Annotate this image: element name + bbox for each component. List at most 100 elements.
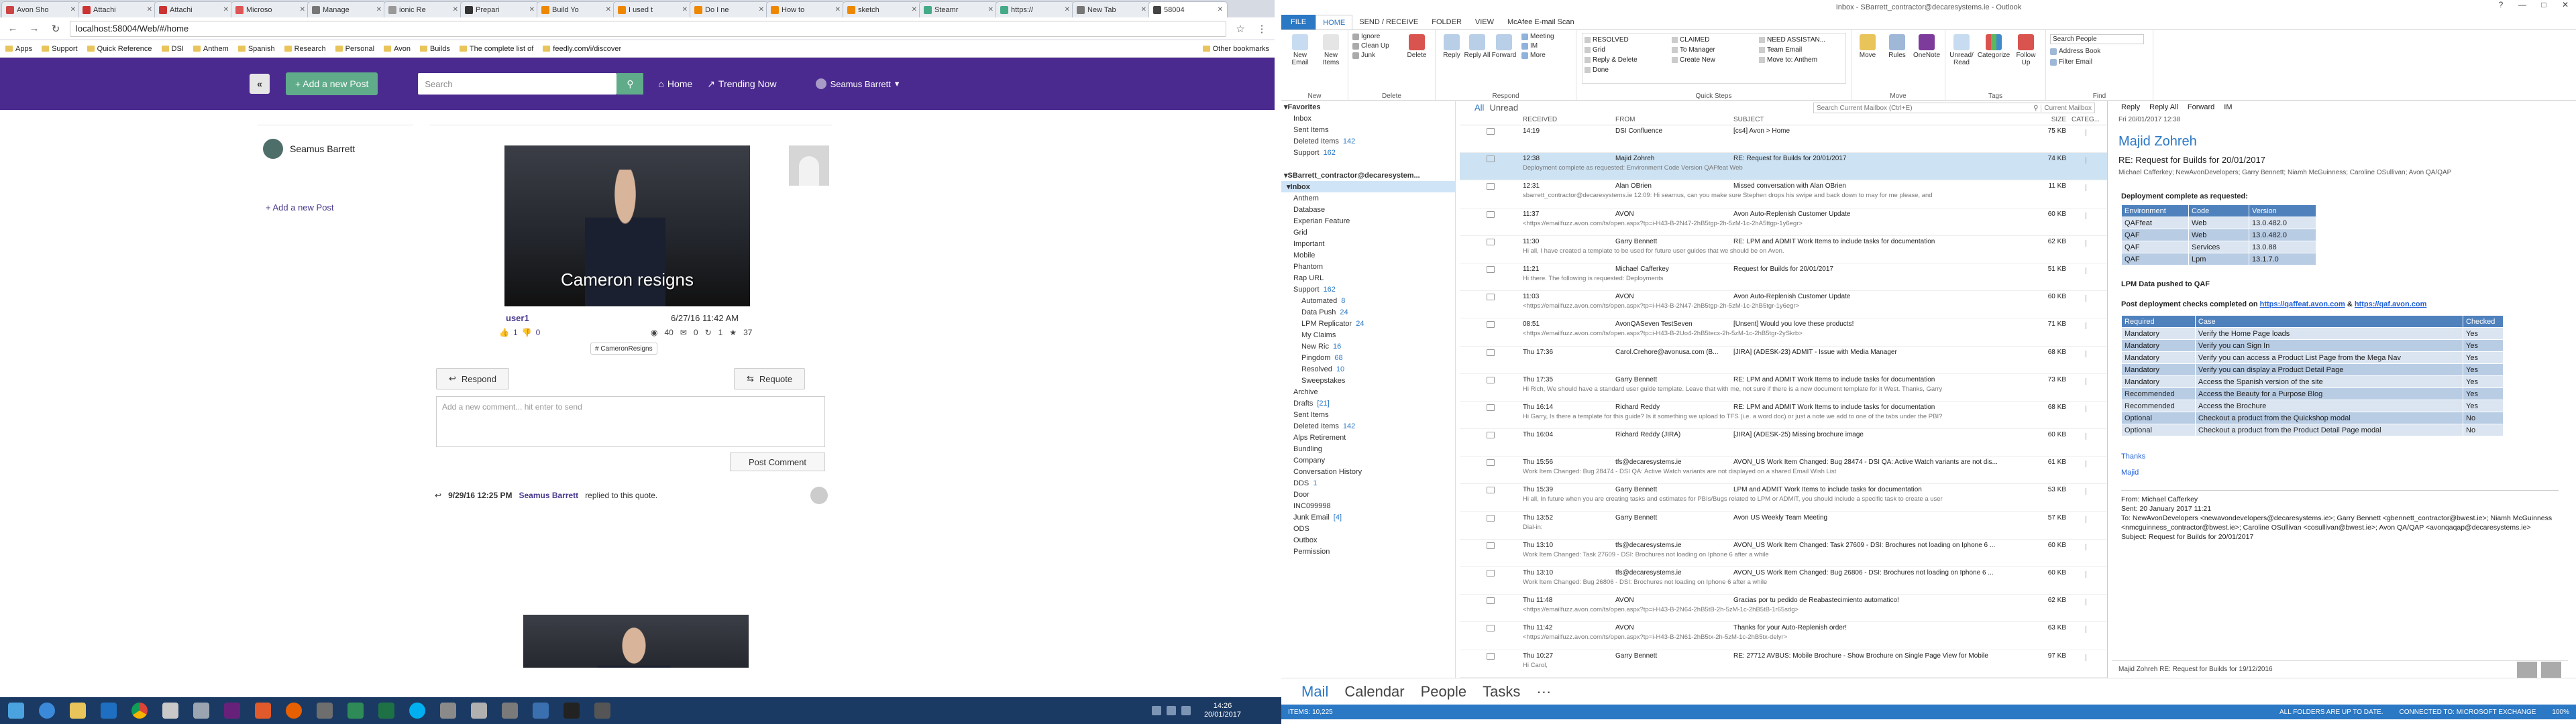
- app-people[interactable]: People: [1421, 683, 1467, 701]
- requote-button[interactable]: ⇆ Requote: [734, 368, 806, 389]
- folder-item[interactable]: Alps Retirement: [1281, 432, 1455, 443]
- quickstep-need-assistance[interactable]: NEED ASSISTAN...: [1759, 36, 1843, 44]
- folder-item[interactable]: DDS 1: [1281, 477, 1455, 489]
- message-row[interactable]: Thu 13:10 tfs@decaresystems.ie AVON_US Wor…: [1460, 567, 2107, 595]
- folder-item[interactable]: Pingdom 68: [1281, 352, 1455, 363]
- flag-icon[interactable]: [2086, 433, 2091, 440]
- forward-button[interactable]: Forward: [1489, 34, 1519, 59]
- filter-unread[interactable]: Unread: [1489, 103, 1518, 113]
- folder-item[interactable]: Sent Items: [1281, 409, 1455, 420]
- folder-item[interactable]: Anthem: [1281, 192, 1455, 204]
- flag-icon[interactable]: [2086, 461, 2091, 468]
- taskbar-app16[interactable]: [496, 699, 523, 722]
- col-size[interactable]: SIZE: [2039, 116, 2066, 123]
- flag-icon[interactable]: [1181, 706, 1191, 715]
- folder-item[interactable]: ▾ Inbox: [1281, 181, 1455, 192]
- reading-reply-button[interactable]: Reply: [2121, 103, 2140, 111]
- flag-icon[interactable]: [2086, 543, 2091, 550]
- message-row[interactable]: 14:19 DSI Confluence [cs4] Avon > Home 75 K…: [1460, 125, 2107, 154]
- message-row[interactable]: 11:21 Michael Cafferkey Request for Builds…: [1460, 263, 2107, 292]
- taskbar-app19[interactable]: [589, 699, 616, 722]
- mailbox-search-input[interactable]: Search Current Mailbox (Ctrl+E) ⚲ Current …: [1813, 103, 2095, 113]
- close-icon[interactable]: ✕: [606, 6, 611, 13]
- bookmark-item[interactable]: Apps: [5, 45, 32, 53]
- col-received[interactable]: RECEIVED: [1523, 116, 1615, 123]
- people-pane-text[interactable]: Majid Zohreh RE: Request for Builds for …: [2118, 666, 2273, 673]
- message-row[interactable]: 08:51 AvonQASeven TestSeven [Unsent] Would…: [1460, 318, 2107, 347]
- ignore-button[interactable]: Ignore: [1352, 33, 1380, 40]
- rules-button[interactable]: Rules: [1882, 34, 1912, 59]
- taskbar-explorer[interactable]: [64, 699, 91, 722]
- flag-icon[interactable]: [2086, 626, 2091, 634]
- taskbar-app15[interactable]: [466, 699, 492, 722]
- bookmark-item[interactable]: Builds: [419, 45, 450, 53]
- message-row[interactable]: 11:37 AVON Avon Auto-Replenish Customer Up…: [1460, 208, 2107, 236]
- app-calendar[interactable]: Calendar: [1344, 683, 1404, 701]
- bookmark-item[interactable]: Support: [42, 45, 78, 53]
- search-button[interactable]: ⚲: [616, 73, 644, 95]
- taskbar-app14[interactable]: [435, 699, 462, 722]
- quickstep-done[interactable]: Done: [1585, 66, 1669, 74]
- close-icon[interactable]: ✕: [300, 6, 305, 13]
- folder-item[interactable]: My Claims: [1281, 329, 1455, 341]
- more-button[interactable]: More: [1521, 52, 1546, 59]
- folder-item[interactable]: INC099998: [1281, 500, 1455, 511]
- bookmark-item[interactable]: Quick Reference: [87, 45, 152, 53]
- search-scope[interactable]: Current Mailbox: [2041, 104, 2092, 112]
- message-row[interactable]: Thu 16:04 Richard Reddy (JIRA) [JIRA] (ADE…: [1460, 429, 2107, 457]
- ribbon-tab[interactable]: SEND / RECEIVE: [1352, 15, 1425, 29]
- ribbon-tab[interactable]: McAfee E-mail Scan: [1501, 15, 1581, 29]
- close-icon[interactable]: ✕: [223, 6, 229, 13]
- flag-icon[interactable]: [2086, 322, 2091, 330]
- maximize-icon[interactable]: □: [2533, 0, 2555, 9]
- qaf-link[interactable]: https://qaf.avon.com: [2355, 300, 2427, 308]
- close-icon[interactable]: ✕: [147, 6, 152, 13]
- browser-tab[interactable]: Attachi ✕: [78, 1, 157, 17]
- folder-item[interactable]: Support 162: [1281, 284, 1455, 295]
- close-icon[interactable]: ✕: [682, 6, 688, 13]
- close-icon[interactable]: ✕: [759, 6, 764, 13]
- message-row[interactable]: 11:30 Garry Bennett RE: LPM and ADMIT Work…: [1460, 236, 2107, 263]
- close-icon[interactable]: ✕: [2555, 0, 2576, 9]
- sidebar-user[interactable]: Seamus Barrett: [263, 139, 355, 159]
- back-icon[interactable]: ←: [5, 21, 20, 36]
- post-comment-button[interactable]: Post Comment: [730, 452, 825, 471]
- taskbar-app18[interactable]: [558, 699, 585, 722]
- categorize-button[interactable]: Categorize: [1978, 34, 2010, 59]
- folder-item[interactable]: Support 162: [1281, 147, 1455, 158]
- message-row[interactable]: Thu 15:39 Garry Bennett LPM and ADMIT Work…: [1460, 484, 2107, 512]
- post-image[interactable]: Cameron resigns: [504, 145, 750, 306]
- browser-tab[interactable]: Avon Sho ✕: [1, 1, 80, 17]
- close-icon[interactable]: ✕: [1065, 6, 1070, 13]
- quickstep-team-email[interactable]: Team Email: [1759, 46, 1843, 54]
- taskbar-clock[interactable]: 14:26 20/01/2017: [1204, 702, 1281, 719]
- ribbon-tab[interactable]: FOLDER: [1425, 15, 1468, 29]
- flag-icon[interactable]: [2086, 405, 2091, 412]
- bookmark-item[interactable]: Research: [284, 45, 326, 53]
- browser-tab[interactable]: Manage ✕: [307, 1, 386, 17]
- app-tasks[interactable]: Tasks: [1483, 683, 1520, 701]
- message-row[interactable]: Thu 17:36 Carol.Crehore@avonusa.com (B...…: [1460, 347, 2107, 374]
- taskbar-app10[interactable]: [311, 699, 338, 722]
- message-sender[interactable]: Majid Zohreh: [2118, 134, 2561, 149]
- message-row[interactable]: Thu 17:35 Garry Bennett RE: LPM and ADMIT …: [1460, 374, 2107, 402]
- app-more[interactable]: ···: [1536, 683, 1551, 701]
- delete-button[interactable]: Delete: [1402, 34, 1432, 59]
- folder-item[interactable]: Deleted Items 142: [1281, 420, 1455, 432]
- qaffeat-link[interactable]: https://qaffeat.avon.com: [2260, 300, 2345, 308]
- browser-tab[interactable]: Attachi ✕: [154, 1, 233, 17]
- follow-up-button[interactable]: Follow Up: [2011, 34, 2041, 66]
- col-from[interactable]: FROM: [1615, 116, 1733, 123]
- network-icon[interactable]: [1151, 706, 1161, 715]
- folder-item[interactable]: Grid: [1281, 227, 1455, 238]
- browser-tab[interactable]: Steamr ✕: [919, 1, 998, 17]
- folder-item[interactable]: ▾ Favorites: [1281, 101, 1455, 113]
- new-items-button[interactable]: New Items: [1316, 34, 1346, 66]
- search-input[interactable]: Search: [418, 73, 617, 95]
- folder-item[interactable]: Automated 8: [1281, 295, 1455, 306]
- quickstep-move-anthem[interactable]: Move to: Anthem: [1759, 56, 1843, 64]
- folder-item[interactable]: Outbox: [1281, 534, 1455, 546]
- flag-icon[interactable]: [2086, 488, 2091, 495]
- folder-item[interactable]: Company: [1281, 455, 1455, 466]
- message-row[interactable]: Thu 13:10 tfs@decaresystems.ie AVON_US Wor…: [1460, 540, 2107, 567]
